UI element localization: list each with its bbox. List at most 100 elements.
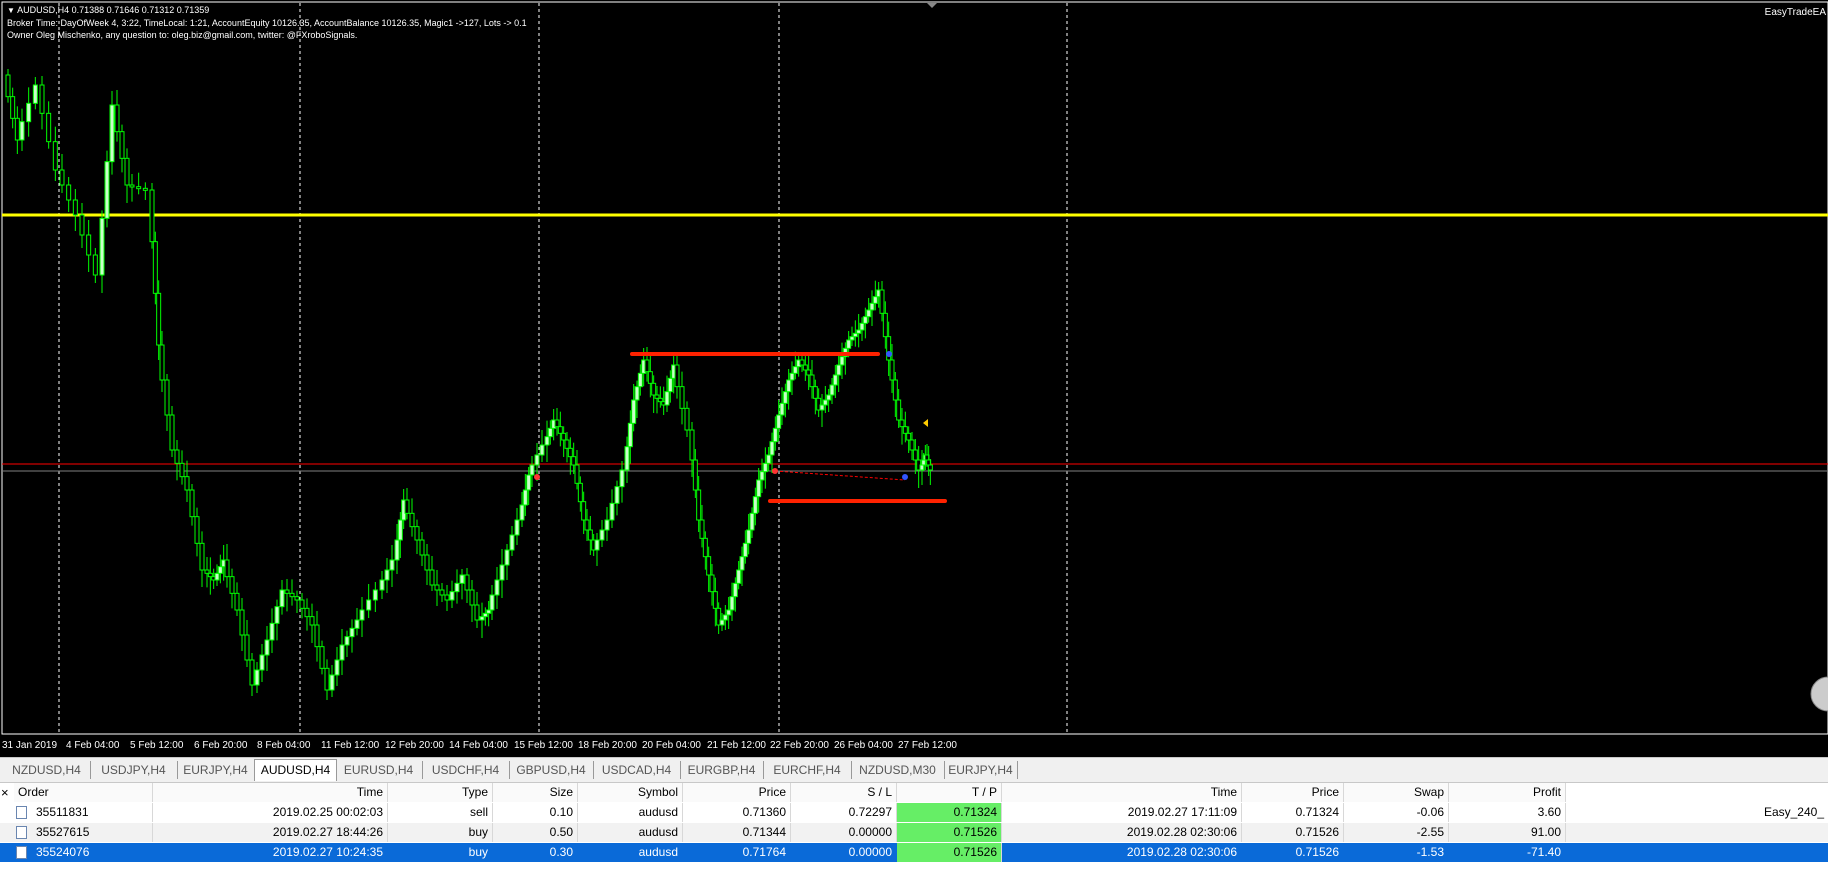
candle-body: [706, 556, 712, 576]
candle-body: [259, 654, 265, 671]
candle-body: [782, 391, 788, 404]
cell-comment: Easy_240_: [1763, 805, 1824, 819]
price-arrow-icon: [923, 419, 928, 427]
cell-order: 35524076: [32, 843, 153, 862]
scroll-handle-icon[interactable]: [1810, 676, 1828, 712]
tab-usdchf-h4[interactable]: USDCHF,H4: [422, 761, 510, 779]
candle-body: [324, 667, 330, 691]
close-icon[interactable]: ×: [1, 783, 9, 802]
candle-body: [732, 582, 738, 598]
candle-body: [26, 102, 32, 123]
candle-body: [519, 504, 525, 521]
candle-body: [806, 369, 812, 376]
tab-eurjpy-h4[interactable]: EURJPY,H4: [177, 761, 255, 779]
table-row[interactable]: 35527615 2019.02.27 18:44:26 buy 0.50 audusd…: [0, 823, 1828, 842]
table-row[interactable]: 35511831 2019.02.25 00:02:03 sell 0.10 audus…: [0, 803, 1828, 822]
cell-swap: -2.55: [1344, 823, 1449, 842]
cell-close-time: 2019.02.27 17:11:09: [1002, 803, 1242, 822]
candle-body: [309, 616, 315, 626]
tab-eurgbp-h4[interactable]: EURGBP,H4: [680, 761, 764, 779]
column-header-order[interactable]: Order: [14, 783, 153, 802]
candle-body: [766, 454, 772, 464]
candle-body: [207, 572, 213, 578]
candle-body: [274, 606, 280, 624]
tab-nzdusd-h4[interactable]: NZDUSD,H4: [3, 761, 91, 779]
candle-body: [786, 379, 792, 393]
table-row[interactable]: 35524076 2019.02.27 10:24:35 buy 0.30 audusd…: [0, 843, 1828, 862]
tab-eurjpy-h4[interactable]: EURJPY,H4: [944, 761, 1018, 779]
chart-canvas[interactable]: [0, 0, 1828, 757]
column-header-tp[interactable]: T / P: [897, 783, 1002, 802]
candle-body: [59, 169, 65, 186]
candle-body: [284, 589, 290, 594]
candle-body: [522, 489, 528, 506]
candle-body: [749, 512, 755, 531]
candle-body: [722, 614, 728, 621]
candle-body: [129, 184, 135, 188]
column-header-close-time[interactable]: Time: [1002, 783, 1242, 802]
column-header-swap[interactable]: Swap: [1344, 783, 1449, 802]
cell-type: buy: [388, 843, 493, 862]
time-axis-label: 12 Feb 20:00: [385, 740, 444, 751]
column-header-profit[interactable]: Profit: [1449, 783, 1566, 802]
candle-body: [872, 296, 878, 304]
candle-body: [809, 374, 815, 388]
cell-type: buy: [388, 823, 493, 842]
candle-body: [792, 366, 798, 374]
candle-body: [359, 609, 365, 621]
candle-body: [136, 186, 142, 190]
candle-body: [354, 619, 360, 629]
candle-body: [869, 302, 875, 311]
candle-body: [799, 359, 805, 366]
cell-order: 35511831: [32, 803, 153, 822]
candle-body: [46, 112, 52, 143]
column-header-type[interactable]: Type: [388, 783, 493, 802]
time-axis-label: 4 Feb 04:00: [66, 740, 120, 751]
trade-entry-marker: [534, 474, 540, 480]
price-chart[interactable]: ▼ AUDUSD,H4 0.71388 0.71646 0.71312 0.71…: [0, 0, 1828, 757]
column-header-time[interactable]: Time: [153, 783, 388, 802]
cell-size: 0.30: [493, 843, 578, 862]
tab-usdcad-h4[interactable]: USDCAD,H4: [593, 761, 681, 779]
candle-body: [539, 444, 545, 456]
candle-body: [234, 592, 240, 611]
candle-body: [294, 596, 300, 601]
candle-body: [379, 579, 385, 591]
candle-body: [829, 384, 835, 396]
candle-body: [619, 469, 625, 488]
candle-body: [339, 644, 345, 661]
chart-info-line-2: Owner Oleg Mischenko, any question to: o…: [7, 30, 358, 40]
column-header-close-price[interactable]: Price: [1242, 783, 1344, 802]
column-header-symbol[interactable]: Symbol: [578, 783, 683, 802]
candle-body: [627, 422, 633, 448]
candle-body: [52, 141, 58, 171]
candle-body: [561, 432, 567, 441]
tab-eurchf-h4[interactable]: EURCHF,H4: [763, 761, 852, 779]
candle-body: [504, 549, 510, 566]
cell-tp: 0.71526: [897, 823, 1002, 842]
tab-nzdusd-m30[interactable]: NZDUSD,M30: [851, 761, 945, 779]
time-axis-label: 22 Feb 20:00: [770, 740, 829, 751]
candle-body: [239, 609, 245, 636]
tab-gbpusd-h4[interactable]: GBPUSD,H4: [509, 761, 594, 779]
column-header-sl[interactable]: S / L: [791, 783, 897, 802]
tab-audusd-h4[interactable]: AUDUSD,H4: [254, 759, 337, 781]
candle-body: [119, 131, 125, 159]
candle-body: [10, 96, 16, 119]
candle-body: [66, 184, 72, 201]
candle-body: [329, 674, 335, 691]
column-header-price[interactable]: Price: [683, 783, 791, 802]
candle-body: [319, 646, 325, 669]
cell-symbol: audusd: [578, 843, 683, 862]
candle-body: [674, 364, 680, 388]
column-header-size[interactable]: Size: [493, 783, 578, 802]
tab-eurusd-h4[interactable]: EURUSD,H4: [335, 761, 423, 779]
cell-time: 2019.02.27 18:44:26: [153, 823, 388, 842]
candle-body: [344, 636, 350, 646]
cell-swap: -1.53: [1344, 843, 1449, 862]
dropdown-triangle-icon[interactable]: ▼: [7, 6, 17, 15]
time-axis-label: 5 Feb 12:00: [130, 740, 184, 751]
candle-body: [802, 364, 808, 371]
candle-body: [269, 622, 275, 641]
tab-usdjpy-h4[interactable]: USDJPY,H4: [90, 761, 178, 779]
